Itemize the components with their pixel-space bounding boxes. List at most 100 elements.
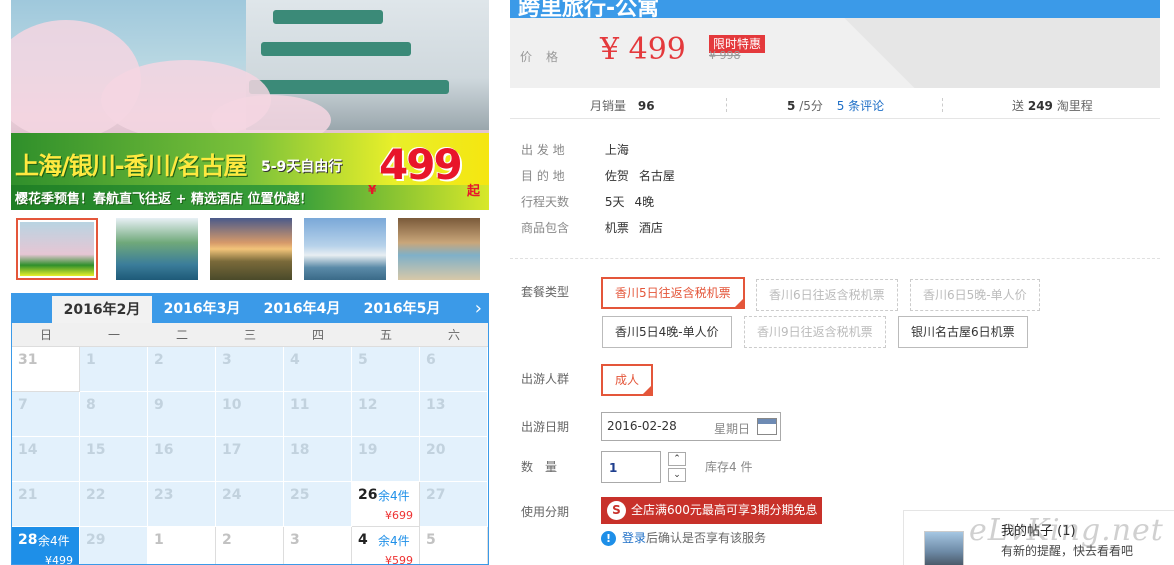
thumbnail-image (304, 218, 386, 280)
calendar-day-number: 2 (154, 352, 164, 368)
reviews-link[interactable]: 5 条评论 (837, 99, 884, 113)
calendar-day-number: 3 (290, 532, 300, 548)
package-option-label: 香川6日5晚-单人价 (923, 288, 1027, 302)
castle-roof (273, 10, 383, 24)
calendar-day-cell: 21 (12, 482, 80, 527)
calendar-day-number: 23 (154, 487, 174, 503)
check-icon: ✓ (644, 381, 652, 390)
thumbnail-strip (11, 214, 489, 286)
quantity-increase-button[interactable]: ⌃ (668, 452, 686, 466)
weekday-label: 五 (379, 328, 392, 342)
package-option[interactable]: 香川5日往返含税机票 ✓ (601, 277, 745, 309)
login-link[interactable]: 登录 (622, 531, 646, 545)
thumbnail-2[interactable] (116, 218, 198, 280)
calendar-day-cell: 31 (12, 347, 80, 392)
calendar-day-cell[interactable]: 28 余4件 ¥499 (12, 527, 80, 564)
traveler-type-option[interactable]: 成人 ✓ (601, 364, 654, 396)
calendar-day-number: 1 (154, 532, 164, 548)
calendar-day-cell: 22 (80, 482, 148, 527)
info-key: 行程天数 (521, 195, 570, 209)
calendar-day-number: 29 (86, 532, 106, 548)
calendar-day-number: 6 (426, 352, 436, 368)
info-value-item: 上海 (604, 143, 629, 157)
calendar-day-number: 3 (222, 352, 232, 368)
thumbnail-4[interactable] (304, 218, 386, 280)
thumbnail-image (398, 218, 480, 280)
calendar-day-cell: 2 (216, 527, 284, 564)
monthly-sales-value: 96 (637, 99, 655, 113)
package-option[interactable]: 银川名古屋6日机票 (898, 316, 1028, 348)
calendar-day-number: 18 (290, 442, 310, 458)
calendar-day-cell: 7 (12, 392, 80, 437)
travel-date-input[interactable]: 2016-02-28 星期日 (601, 412, 781, 441)
calendar-day-stock: 余4件 (378, 489, 410, 503)
calendar-day-cell[interactable]: 26 余4件 ¥699 (352, 482, 420, 527)
tab-month-feb[interactable]: 2016年2月 (52, 296, 152, 323)
thumbnail-image (210, 218, 292, 280)
calendar-icon[interactable] (757, 418, 777, 435)
calendar-day-number: 22 (86, 487, 106, 503)
package-option-label: 银川名古屋6日机票 (911, 325, 1015, 339)
hero-subtitle: 5-9天自由行 (261, 159, 343, 175)
weekday-label: 一 (107, 328, 120, 342)
package-option[interactable]: 香川5日4晚-单人价 (602, 316, 732, 348)
calendar-day-price: ¥699 (385, 509, 413, 522)
date-value: 2016-02-28 (607, 419, 677, 433)
chevron-right-icon[interactable]: › (475, 298, 482, 319)
rating: 5 /5分 5 条评论 (787, 97, 884, 114)
info-value-item: 佐贺 (604, 169, 629, 183)
stock-text: 库存4 件 (705, 460, 753, 474)
calendar-day-number: 14 (18, 442, 38, 458)
calendar-day-number: 25 (290, 487, 310, 503)
calendar-day-cell: 2 (148, 347, 216, 392)
thumbnail-3[interactable] (210, 218, 292, 280)
calendar-day-number: 7 (18, 397, 28, 413)
login-tip-text: 后确认是否享有该服务 (646, 531, 767, 545)
calendar-day-cell: 4 (284, 347, 352, 392)
info-icon: ! (601, 531, 616, 546)
thumbnail-1[interactable] (16, 218, 98, 280)
thumbnail-image (116, 218, 198, 280)
points-value: 249 (1027, 99, 1053, 113)
thumbnail-5[interactable] (398, 218, 480, 280)
notification-popup[interactable]: 我的帖子 (1) 有新的提醒，快去看看吧 eLvKing.net (903, 510, 1174, 565)
points: 送 249 淘里程 (1012, 97, 1093, 114)
info-key: 出 发 地 (521, 143, 565, 157)
hero-tagline: 樱花季预售！春航直飞往返 + 精选酒店 位置优越！ (15, 192, 313, 207)
divider (942, 98, 943, 112)
info-value-item: 5天 (604, 195, 625, 209)
info-value: 5天 4晚 (605, 195, 664, 209)
calendar-day-cell: 14 (12, 437, 80, 482)
tab-month-may[interactable]: 2016年5月 (352, 293, 452, 323)
installment-label: 使用分期 (521, 505, 570, 519)
package-option-label: 香川5日往返含税机票 (615, 286, 731, 300)
package-option: 香川9日往返含税机票 (744, 316, 886, 348)
tab-month-apr[interactable]: 2016年4月 (252, 293, 352, 323)
hero-price: 499 (379, 140, 463, 189)
calendar-day-cell: 16 (148, 437, 216, 482)
calendar-day-cell[interactable]: 4 余4件 ¥599 (352, 527, 420, 564)
castle-roof (261, 42, 411, 56)
calendar-day-number: 4 (290, 352, 300, 368)
calendar-day-cell: 10 (216, 392, 284, 437)
travel-date-label: 出游日期 (521, 420, 570, 434)
hero-banner[interactable]: 上海/银川-香川/名古屋 5-9天自由行 樱花季预售！春航直飞往返 + 精选酒店… (11, 0, 489, 210)
quantity-decrease-button[interactable]: ⌄ (668, 468, 686, 482)
calendar-day-number: 5 (426, 532, 436, 548)
points-suffix: 淘里程 (1056, 99, 1093, 113)
calendar-day-number: 19 (358, 442, 378, 458)
installment-banner[interactable]: S 全店满600元最高可享3期分期免息 (601, 497, 822, 524)
calendar-month-tabs: 2016年2月 2016年3月 2016年4月 2016年5月 › (12, 293, 488, 323)
calendar-day-stock: 余4件 (38, 534, 70, 548)
quantity-input[interactable]: 1 (601, 451, 661, 483)
info-value: 上海 (605, 143, 639, 157)
calendar-day-number: 12 (358, 397, 378, 413)
calendar-day-number: 13 (426, 397, 446, 413)
calendar-day-cell: 5 (352, 347, 420, 392)
calendar-day-cell: 3 (216, 347, 284, 392)
tab-month-mar[interactable]: 2016年3月 (152, 293, 252, 323)
divider (726, 98, 727, 112)
calendar-day-cell: 8 (80, 392, 148, 437)
calendar-day-cell: 20 (420, 437, 488, 482)
castle-roof (249, 80, 449, 94)
